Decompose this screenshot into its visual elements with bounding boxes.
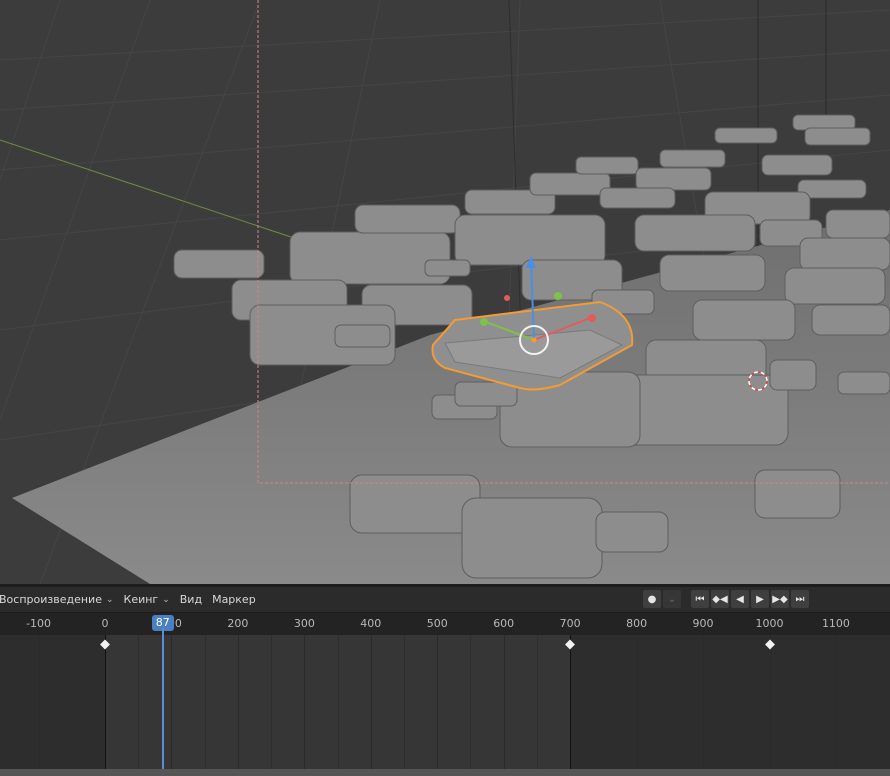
ruler-label: 400 xyxy=(360,617,382,630)
chevron-down-icon: ⌄ xyxy=(105,594,114,605)
out-of-range-right xyxy=(571,635,890,769)
frame-gridline xyxy=(337,635,339,769)
ruler-label: 1000 xyxy=(755,617,784,630)
ruler-label: -100 xyxy=(26,617,52,630)
frame-gridline xyxy=(470,635,472,769)
frame-gridline xyxy=(271,635,273,769)
frame-gridline xyxy=(636,635,638,769)
jump-end-icon[interactable]: ⏭ xyxy=(791,590,809,608)
frame-gridline xyxy=(669,635,671,769)
frame-gridline xyxy=(71,635,73,769)
frame-gridline xyxy=(437,635,439,769)
frame-gridline xyxy=(370,635,372,769)
frame-gridline xyxy=(404,635,406,769)
frame-gridline xyxy=(703,635,705,769)
ruler-label: 900 xyxy=(692,617,714,630)
ruler-label: 300 xyxy=(293,617,315,630)
view-menu[interactable]: Вид xyxy=(175,587,207,612)
frame-gridline xyxy=(869,635,871,769)
frame-gridline xyxy=(38,635,40,769)
play-icon[interactable]: ▶ xyxy=(751,590,769,608)
frame-gridline xyxy=(802,635,804,769)
playhead[interactable] xyxy=(161,628,164,769)
out-of-range-left xyxy=(0,635,106,769)
play-reverse-icon[interactable]: ◀ xyxy=(731,590,749,608)
frame-gridline xyxy=(237,635,239,769)
frame-gridline xyxy=(304,635,306,769)
playback-menu[interactable]: Воспроизведение ⌄ xyxy=(0,587,119,612)
viewport-scene xyxy=(0,0,890,584)
record-icon[interactable]: ● xyxy=(643,590,661,608)
ruler-label: 800 xyxy=(626,617,648,630)
keyframe-area[interactable] xyxy=(0,635,890,769)
frame-gridline xyxy=(138,635,140,769)
frame-gridline xyxy=(835,635,837,769)
keying-menu[interactable]: Кеинг ⌄ xyxy=(119,587,175,612)
frame-gridline xyxy=(204,635,206,769)
frame-gridline xyxy=(536,635,538,769)
chevron-down-icon: ⌄ xyxy=(162,594,170,605)
frame-range-edge xyxy=(570,635,572,769)
next-keyframe-icon[interactable]: ▶◆ xyxy=(771,590,789,608)
ruler-label: 0 xyxy=(101,617,109,630)
frame-gridline xyxy=(769,635,771,769)
chevron-down-icon[interactable]: ⌄ xyxy=(663,590,681,608)
ruler-label: 600 xyxy=(493,617,515,630)
status-bar xyxy=(0,769,890,776)
marker-menu[interactable]: Маркер xyxy=(207,587,261,612)
jump-start-icon[interactable]: ⏮ xyxy=(691,590,709,608)
frame-range-edge xyxy=(105,635,106,769)
frame-ruler[interactable]: -100010020030040050060070080090010001100… xyxy=(0,613,890,635)
prev-keyframe-icon[interactable]: ◆◀ xyxy=(711,590,729,608)
frame-gridline xyxy=(603,635,605,769)
frame-gridline xyxy=(503,635,505,769)
frame-gridline xyxy=(171,635,173,769)
ruler-label: 700 xyxy=(559,617,581,630)
ruler-label: 200 xyxy=(227,617,249,630)
ruler-label: 500 xyxy=(426,617,448,630)
3d-viewport[interactable] xyxy=(0,0,890,584)
ruler-label: 1100 xyxy=(821,617,850,630)
playback-controls: ● ⌄ ⏮ ◆◀ ◀ ▶ ▶◆ ⏭ xyxy=(643,590,809,608)
frame-gridline xyxy=(736,635,738,769)
